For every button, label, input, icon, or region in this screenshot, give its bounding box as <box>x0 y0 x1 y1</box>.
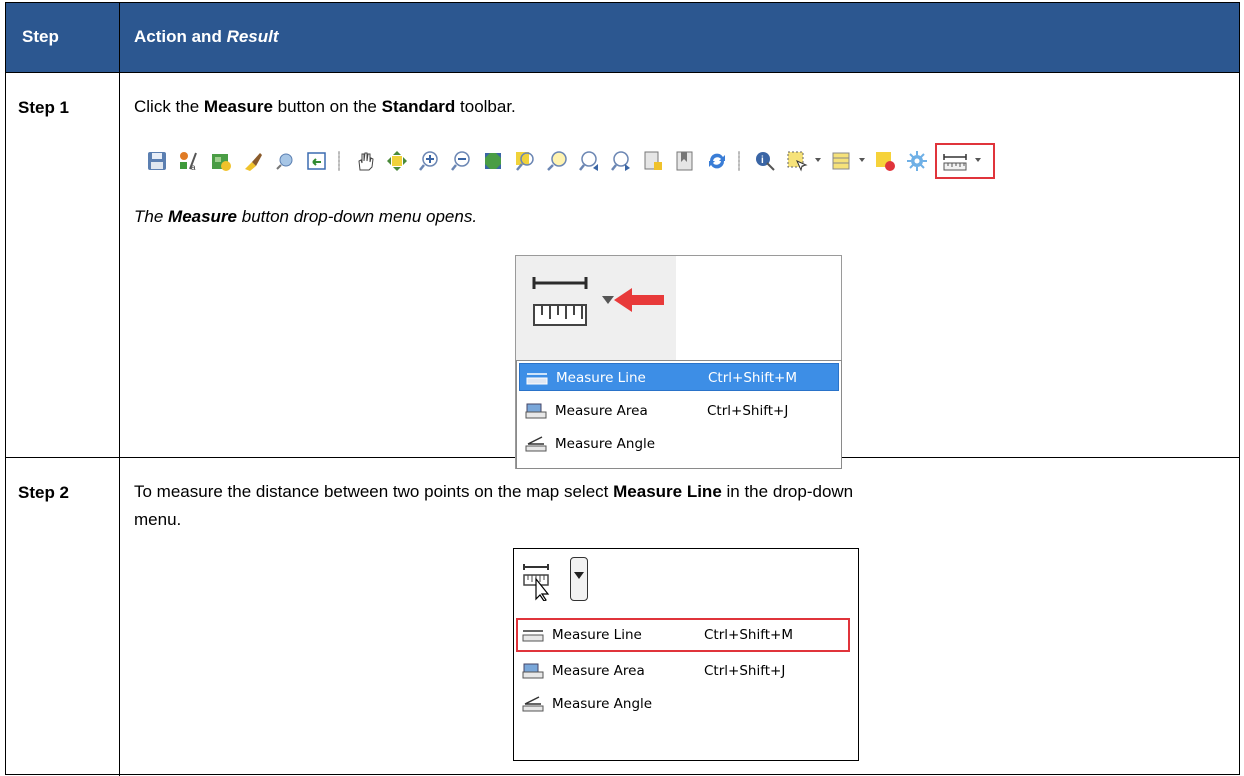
text-bold: Measure <box>168 207 238 226</box>
settings-icon[interactable] <box>906 150 928 172</box>
text-bold: Measure <box>203 97 273 116</box>
measure-line-screenshot: Measure Line Ctrl+Shift+M Measure Area C… <box>513 548 859 761</box>
menu-item-label: Measure Line <box>552 627 642 643</box>
measure-button-area <box>516 256 676 360</box>
dropdown-arrow-icon[interactable] <box>815 158 821 162</box>
menu-item-shortcut: Ctrl+Shift+M <box>704 627 793 643</box>
text-bold: Measure Line <box>613 482 722 501</box>
header-action-label: Action and Result <box>134 27 279 47</box>
measure-dropdown-menu: Measure Line Ctrl+Shift+M Measure Area C… <box>516 360 842 469</box>
menu-item-shortcut: Ctrl+Shift+M <box>708 370 797 386</box>
header-action-cell: Action and Result <box>119 3 1239 72</box>
step-cell: Step 1 <box>6 73 119 457</box>
dropdown-arrow-icon[interactable] <box>859 158 865 162</box>
style-manager-icon[interactable]: a <box>178 150 200 172</box>
measure-angle-icon <box>525 436 547 452</box>
dropdown-button[interactable] <box>570 557 588 601</box>
menu-item-label: Measure Area <box>555 403 648 419</box>
identify-icon[interactable]: i <box>754 150 776 172</box>
zoom-next-icon[interactable] <box>610 150 632 172</box>
menu-item-measure-line[interactable]: Measure Line Ctrl+Shift+M <box>519 363 839 391</box>
menu-item-shortcut: Ctrl+Shift+J <box>707 403 789 419</box>
text-run: in the drop-down <box>721 482 854 501</box>
header-action-italic: Result <box>226 27 279 46</box>
brush-icon[interactable] <box>242 150 264 172</box>
step-label: Step 2 <box>18 483 70 502</box>
deselect-icon[interactable] <box>874 150 896 172</box>
text-run: Click the <box>134 97 204 116</box>
text-run: toolbar. <box>455 97 516 116</box>
save-project-icon[interactable] <box>146 150 168 172</box>
attribute-icon[interactable] <box>830 150 852 172</box>
measure-dropdown-menu: Measure Line Ctrl+Shift+M Measure Area C… <box>514 613 857 760</box>
select-features-icon[interactable] <box>786 150 808 172</box>
step-cell: Step 2 <box>6 458 119 776</box>
header-action-prefix: Action and <box>134 27 227 46</box>
instruction-text: To measure the distance between two poin… <box>134 478 1224 534</box>
zoom-last-icon[interactable] <box>578 150 600 172</box>
measure-angle-icon <box>522 696 544 712</box>
toolbar-separator <box>338 151 340 171</box>
zoom-in-icon[interactable] <box>418 150 440 172</box>
add-layer-icon[interactable] <box>306 150 328 172</box>
new-bookmark-icon[interactable] <box>642 150 664 172</box>
menu-item-measure-line[interactable]: Measure Line Ctrl+Shift+M <box>516 621 855 649</box>
text-run: button on the <box>272 97 382 116</box>
menu-item-shortcut: Ctrl+Shift+J <box>704 663 786 679</box>
text-bold: Standard <box>381 97 456 116</box>
measure-icon[interactable] <box>942 150 968 172</box>
measure-cursor-icon[interactable] <box>522 561 556 601</box>
table-row-step-2: Step 2 To measure the distance between t… <box>6 458 1239 776</box>
header-step-cell: Step <box>6 3 119 72</box>
text-run: To measure the distance between two poin… <box>134 482 614 501</box>
menu-item-label: Measure Angle <box>555 436 656 452</box>
zoom-full-icon[interactable] <box>482 150 504 172</box>
action-cell: Click the Measure button on the Standard… <box>119 73 1239 469</box>
measure-dropdown-arrow-icon[interactable] <box>975 158 981 162</box>
instruction-table: Step Action and Result Step 1 Click the … <box>5 2 1240 776</box>
pan-icon[interactable] <box>354 150 376 172</box>
chevron-down-icon <box>574 572 584 579</box>
help-search-icon[interactable] <box>274 150 296 172</box>
measure-dropdown-screenshot: Measure Line Ctrl+Shift+M Measure Area C… <box>515 255 842 469</box>
menu-item-measure-angle[interactable]: Measure Angle <box>519 430 839 458</box>
header-step-label: Step <box>22 27 59 46</box>
zoom-to-layer-icon[interactable] <box>546 150 568 172</box>
svg-text:i: i <box>761 155 764 166</box>
step-label: Step 1 <box>18 98 70 117</box>
red-arrow-icon <box>614 288 664 312</box>
measure-area-icon <box>522 663 544 679</box>
menu-item-label: Measure Area <box>552 663 645 679</box>
menu-item-label: Measure Line <box>556 370 646 386</box>
measure-line-icon <box>526 373 548 385</box>
text-run: menu. <box>134 510 182 529</box>
measure-line-icon <box>522 630 544 642</box>
text-run: button drop-down menu opens. <box>237 207 478 226</box>
measure-area-icon <box>525 403 547 419</box>
zoom-out-icon[interactable] <box>450 150 472 172</box>
action-cell: To measure the distance between two poin… <box>119 458 1239 776</box>
table-row-step-1: Step 1 Click the Measure button on the S… <box>6 73 1239 469</box>
standard-toolbar: a i <box>132 141 1232 181</box>
refresh-icon[interactable] <box>706 150 728 172</box>
instruction-text: Click the Measure button on the Standard… <box>134 93 516 121</box>
text-run: The <box>134 207 169 226</box>
menu-item-label: Measure Angle <box>552 696 653 712</box>
menu-item-measure-area[interactable]: Measure Area Ctrl+Shift+J <box>516 657 855 685</box>
menu-item-measure-area[interactable]: Measure Area Ctrl+Shift+J <box>519 397 839 425</box>
zoom-to-selection-icon[interactable] <box>514 150 536 172</box>
svg-text:a: a <box>191 163 196 172</box>
pan-to-selection-icon[interactable] <box>386 150 408 172</box>
measure-large-icon[interactable] <box>530 273 592 335</box>
menu-item-measure-angle[interactable]: Measure Angle <box>516 690 855 718</box>
result-text: The Measure button drop-down menu opens. <box>134 203 477 231</box>
table-header-row: Step Action and Result <box>6 3 1239 73</box>
show-bookmarks-icon[interactable] <box>674 150 696 172</box>
toolbar-separator <box>738 151 740 171</box>
new-map-icon[interactable] <box>210 150 232 172</box>
